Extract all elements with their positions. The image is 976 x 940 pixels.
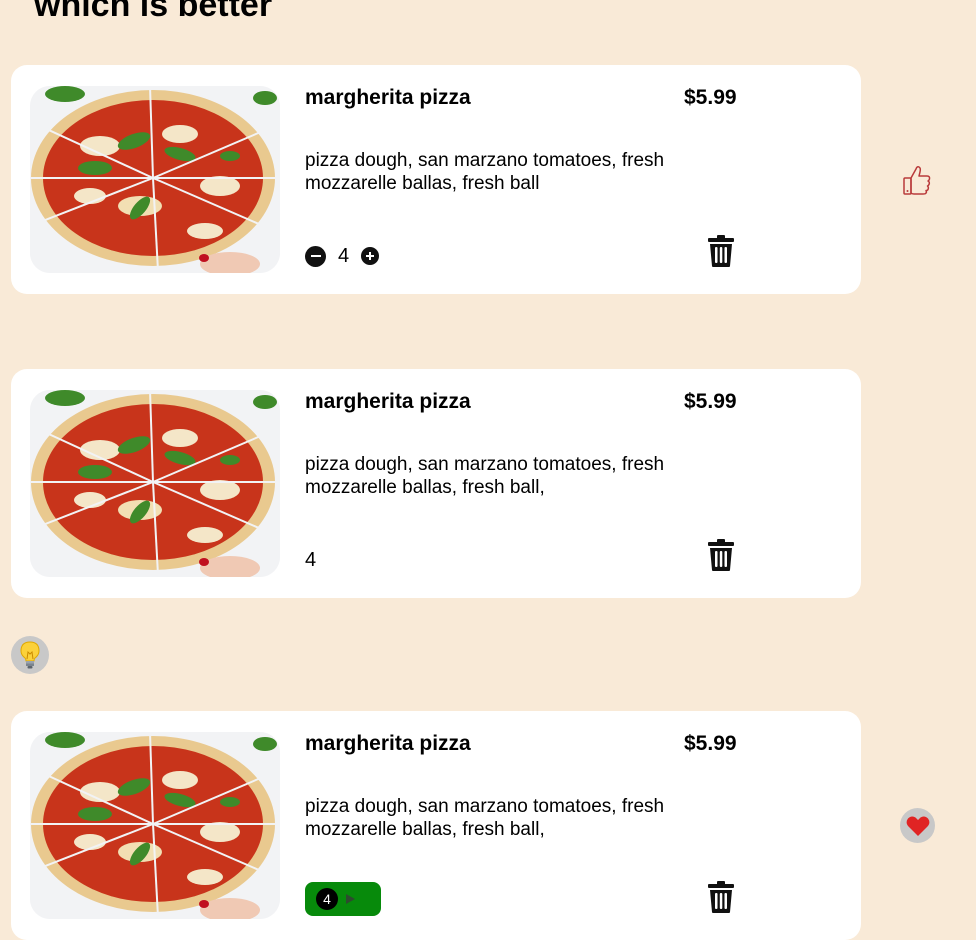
lightbulb-button[interactable]	[11, 636, 49, 674]
item-description: pizza dough, san marzano tomatoes, fresh…	[305, 454, 665, 498]
trash-icon[interactable]	[708, 539, 734, 571]
item-name: margherita pizza	[305, 86, 471, 109]
item-name: margherita pizza	[305, 390, 471, 413]
quantity-value: 4	[338, 244, 350, 267]
quantity-stepper: 4	[305, 239, 380, 273]
play-icon	[346, 894, 355, 904]
quantity-display: 4	[305, 543, 316, 577]
lightbulb-icon	[20, 641, 40, 669]
cart-item-card: margherita pizza $5.99 pizza dough, san …	[11, 369, 861, 598]
item-price: $5.99	[684, 732, 737, 755]
quantity-value: 4	[305, 548, 317, 571]
page-title: which is better	[34, 0, 273, 24]
decrease-quantity-button[interactable]	[305, 245, 326, 267]
quantity-badge: 4	[316, 888, 338, 910]
item-description: pizza dough, san marzano tomatoes, fresh…	[305, 796, 665, 840]
heart-icon	[906, 815, 929, 836]
pizza-image	[30, 390, 280, 577]
item-price: $5.99	[684, 390, 737, 413]
pizza-image	[30, 732, 280, 919]
pizza-image	[30, 86, 280, 273]
heart-button[interactable]	[900, 808, 935, 843]
increase-quantity-button[interactable]	[361, 247, 380, 265]
cart-item-card: margherita pizza $5.99 pizza dough, san …	[11, 711, 861, 940]
trash-icon[interactable]	[708, 881, 734, 913]
cart-item-card: margherita pizza $5.99 pizza dough, san …	[11, 65, 861, 294]
item-name: margherita pizza	[305, 732, 471, 755]
trash-icon[interactable]	[708, 235, 734, 267]
item-description: pizza dough, san marzano tomatoes, fresh…	[305, 150, 665, 194]
item-price: $5.99	[684, 86, 737, 109]
quantity-play-button[interactable]: 4	[305, 882, 381, 916]
minus-icon	[310, 255, 321, 257]
thumbs-up-icon[interactable]	[902, 164, 932, 196]
